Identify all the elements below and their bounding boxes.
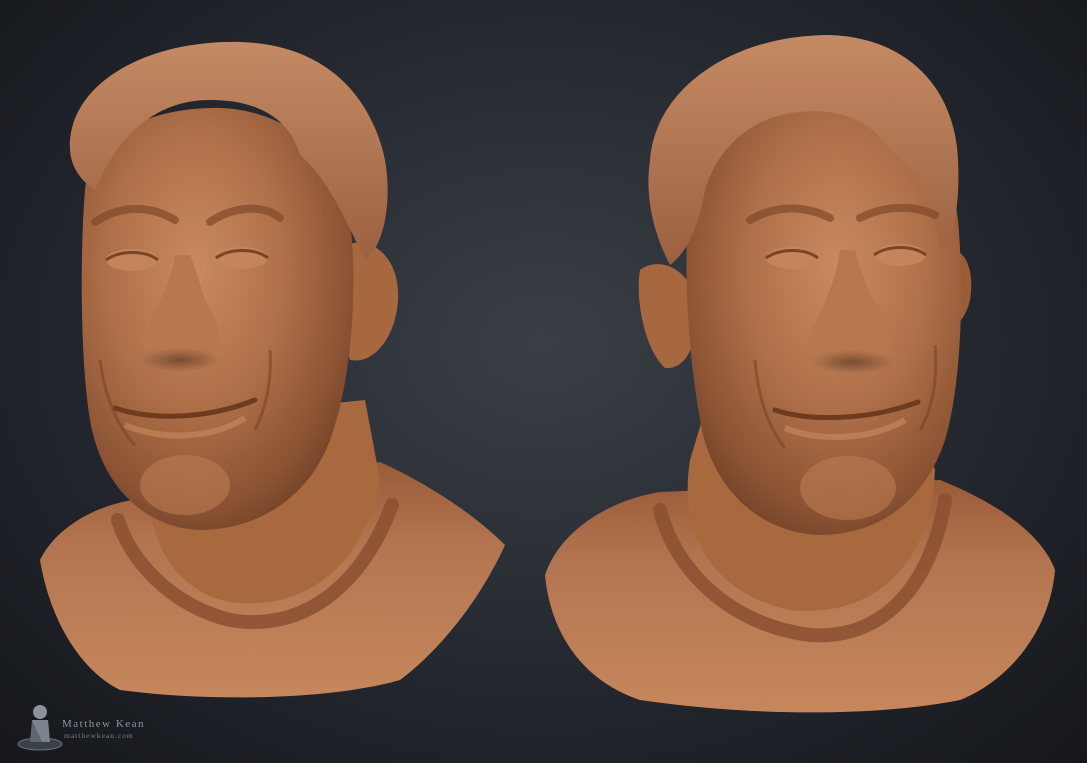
bust-right: [545, 35, 1055, 713]
watermark: Matthew Kean matthewkean.com: [16, 698, 216, 754]
watermark-site: matthewkean.com: [64, 731, 134, 740]
render-viewport: Matthew Kean matthewkean.com: [0, 0, 1087, 763]
watermark-name: Matthew Kean: [62, 718, 146, 730]
bust-left: [40, 41, 505, 698]
sculpt-render: [40, 35, 1055, 713]
